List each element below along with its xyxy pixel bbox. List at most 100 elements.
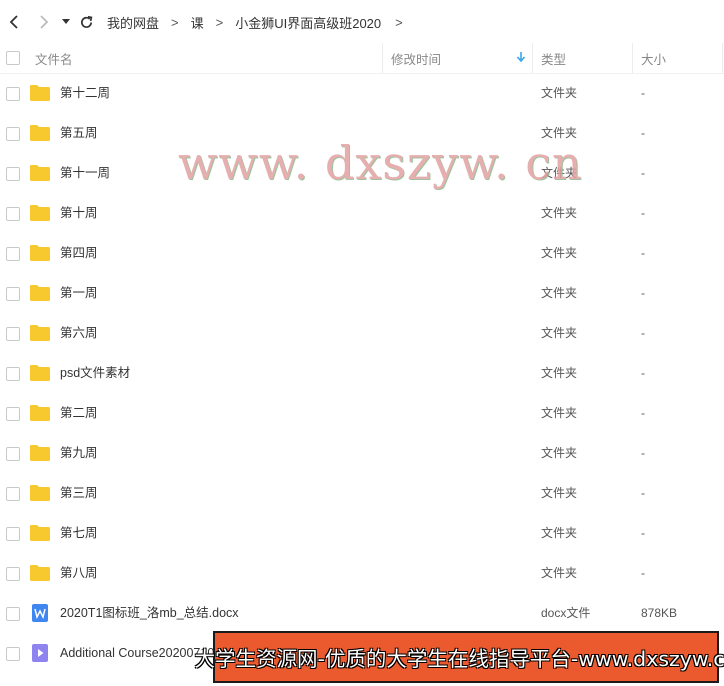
breadcrumb-separator: >	[171, 14, 179, 30]
file-name[interactable]: 第七周	[60, 513, 98, 553]
folder-icon	[30, 164, 50, 182]
file-name[interactable]: 第五周	[60, 113, 98, 153]
file-name[interactable]: 第二周	[60, 393, 98, 433]
forward-icon[interactable]	[33, 11, 55, 33]
refresh-icon[interactable]	[75, 11, 97, 33]
file-row[interactable]: 第八周 文件夹 -	[0, 553, 724, 593]
breadcrumb-separator: >	[215, 14, 224, 30]
file-size: -	[641, 326, 645, 340]
file-type: 文件夹	[541, 486, 578, 500]
file-size: -	[641, 86, 645, 100]
breadcrumb-item-course[interactable]: 课	[191, 13, 204, 32]
row-checkbox[interactable]	[6, 87, 20, 101]
file-size: -	[641, 526, 645, 540]
video-file-icon	[30, 644, 50, 662]
file-row[interactable]: 第二周 文件夹 -	[0, 393, 724, 433]
column-header-modified[interactable]: 修改时间	[391, 43, 441, 73]
breadcrumb-item-current[interactable]: 小金狮UI界面高级班2020	[235, 13, 381, 32]
file-name[interactable]: 第三周	[60, 473, 98, 513]
file-type: 文件夹	[541, 366, 578, 380]
select-all-checkbox[interactable]	[6, 51, 20, 65]
file-row[interactable]: 第九周 文件夹 -	[0, 433, 724, 473]
column-header-name[interactable]: 文件名	[35, 43, 73, 73]
row-checkbox[interactable]	[6, 447, 20, 461]
promo-banner-text: 大学生资源网-优质的大学生在线指导平台-www.dxszyw.cn	[194, 647, 724, 671]
file-type: 文件夹	[541, 526, 578, 540]
breadcrumb: 我的网盘 > 课 > 小金狮UI界面高级班2020 >	[107, 13, 415, 32]
promo-banner: 大学生资源网-优质的大学生在线指导平台-www.dxszyw.cn	[194, 631, 724, 683]
file-row[interactable]: 第一周 文件夹 -	[0, 273, 724, 313]
row-checkbox[interactable]	[6, 407, 20, 421]
file-name[interactable]: 第九周	[60, 433, 98, 473]
file-size: -	[641, 566, 645, 580]
file-row[interactable]: 第三周 文件夹 -	[0, 473, 724, 513]
word-doc-icon	[30, 604, 50, 622]
folder-icon	[30, 204, 50, 222]
file-size: -	[641, 206, 645, 220]
column-header-size[interactable]: 大小	[641, 43, 666, 73]
file-type: 文件夹	[541, 86, 578, 100]
file-row[interactable]: 第四周 文件夹 -	[0, 233, 724, 273]
row-checkbox[interactable]	[6, 127, 20, 141]
folder-icon	[30, 124, 50, 142]
file-name[interactable]: 第六周	[60, 313, 98, 353]
folder-icon	[30, 524, 50, 542]
back-icon[interactable]	[3, 11, 25, 33]
column-divider[interactable]	[632, 43, 633, 73]
file-size: -	[641, 406, 645, 420]
row-checkbox[interactable]	[6, 327, 20, 341]
row-checkbox[interactable]	[6, 207, 20, 221]
file-type: 文件夹	[541, 446, 578, 460]
file-size: -	[641, 486, 645, 500]
file-row[interactable]: 2020T1图标班_洛mb_总结.docx docx文件 878KB	[0, 593, 724, 633]
file-row[interactable]: 第七周 文件夹 -	[0, 513, 724, 553]
folder-icon	[30, 484, 50, 502]
file-row[interactable]: 第十二周 文件夹 -	[0, 73, 724, 113]
file-size: -	[641, 126, 645, 140]
folder-icon	[30, 444, 50, 462]
folder-icon	[30, 404, 50, 422]
folder-icon	[30, 564, 50, 582]
file-name[interactable]: Additional Course20200710	[60, 633, 214, 673]
row-checkbox[interactable]	[6, 367, 20, 381]
column-header-type[interactable]: 类型	[541, 43, 566, 73]
file-name[interactable]: 第四周	[60, 233, 98, 273]
file-size: 878KB	[641, 606, 678, 620]
file-type: 文件夹	[541, 326, 578, 340]
column-divider[interactable]	[532, 43, 533, 73]
file-list-header: 文件名 修改时间 类型 大小	[0, 43, 724, 74]
file-row[interactable]: 第十周 文件夹 -	[0, 193, 724, 233]
history-dropdown-icon[interactable]	[59, 11, 73, 33]
row-checkbox[interactable]	[6, 647, 20, 661]
file-row[interactable]: 第六周 文件夹 -	[0, 313, 724, 353]
row-checkbox[interactable]	[6, 527, 20, 541]
file-name[interactable]: 第八周	[60, 553, 98, 593]
folder-icon	[30, 284, 50, 302]
row-checkbox[interactable]	[6, 607, 20, 621]
breadcrumb-item-root[interactable]: 我的网盘	[107, 13, 159, 32]
file-type: 文件夹	[541, 206, 578, 220]
file-type: docx文件	[541, 606, 591, 620]
row-checkbox[interactable]	[6, 287, 20, 301]
row-checkbox[interactable]	[6, 247, 20, 261]
column-divider[interactable]	[382, 43, 383, 73]
folder-icon	[30, 364, 50, 382]
file-name[interactable]: 第十二周	[60, 73, 110, 113]
column-divider[interactable]	[722, 43, 723, 73]
row-checkbox[interactable]	[6, 567, 20, 581]
row-checkbox[interactable]	[6, 487, 20, 501]
file-name[interactable]: psd文件素材	[60, 353, 130, 393]
file-name[interactable]: 2020T1图标班_洛mb_总结.docx	[60, 593, 239, 633]
toolbar: 我的网盘 > 课 > 小金狮UI界面高级班2020 >	[0, 0, 724, 44]
file-size: -	[641, 286, 645, 300]
file-size: -	[641, 246, 645, 260]
file-row[interactable]: psd文件素材 文件夹 -	[0, 353, 724, 393]
watermark-text: www. dxszyw. cn	[178, 136, 583, 190]
file-size: -	[641, 366, 645, 380]
sort-descending-icon[interactable]	[516, 51, 526, 66]
file-name[interactable]: 第一周	[60, 273, 98, 313]
row-checkbox[interactable]	[6, 167, 20, 181]
file-name[interactable]: 第十周	[60, 193, 98, 233]
file-type: 文件夹	[541, 246, 578, 260]
file-name[interactable]: 第十一周	[60, 153, 110, 193]
